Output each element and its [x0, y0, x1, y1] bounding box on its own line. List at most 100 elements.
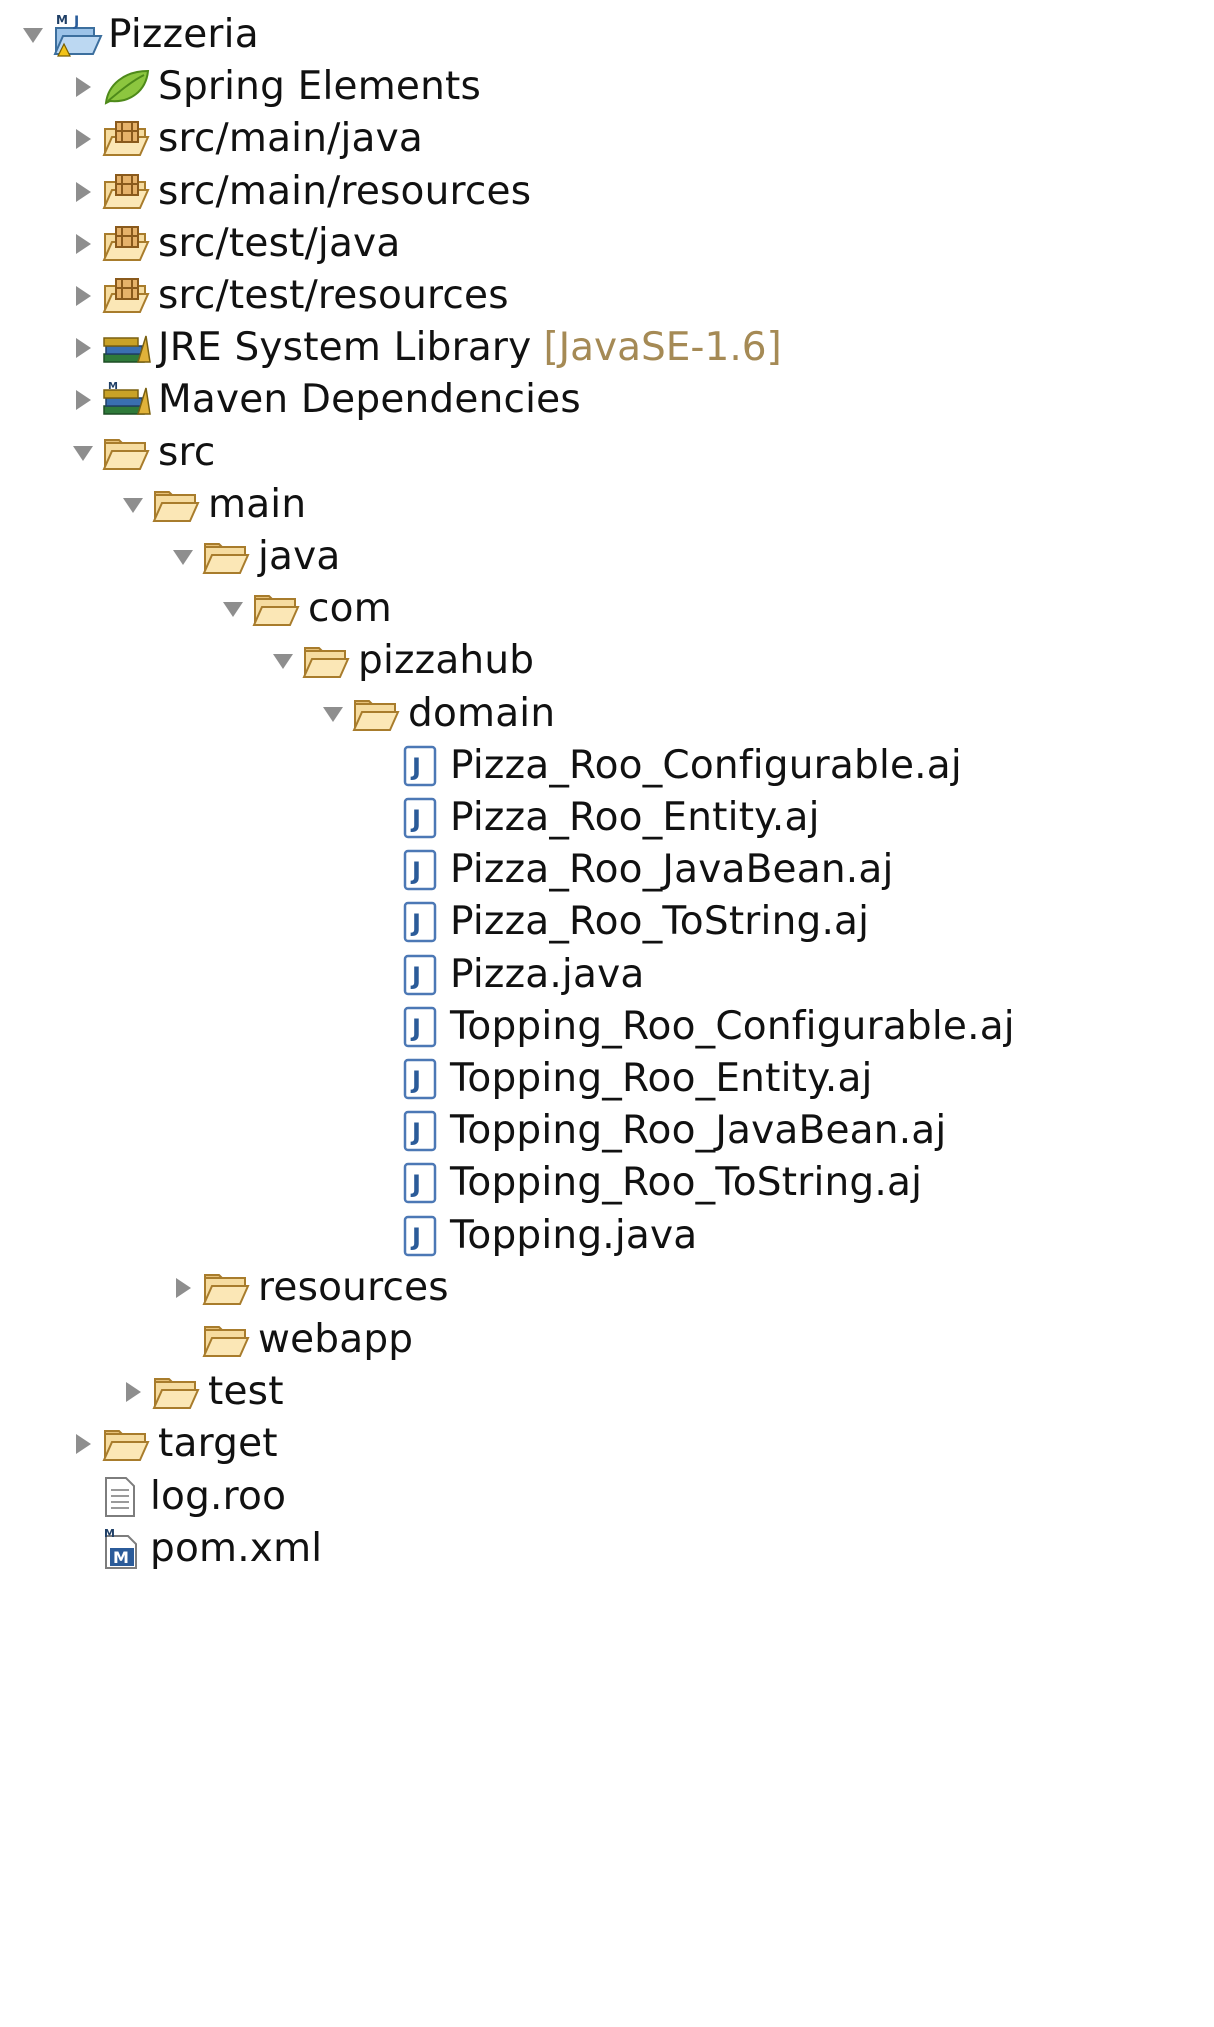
expanded-arrow-icon[interactable]: [318, 694, 348, 734]
open-folder-icon: [152, 482, 204, 528]
tree-item-label: test: [208, 1369, 284, 1415]
tree-item-label: src/main/java: [158, 116, 423, 162]
expanded-arrow-icon[interactable]: [268, 641, 298, 681]
collapsed-arrow-icon[interactable]: [118, 1372, 148, 1412]
expanded-arrow-icon[interactable]: [218, 589, 248, 629]
text-file-icon: [102, 1474, 146, 1520]
collapsed-arrow-icon[interactable]: [68, 119, 98, 159]
expanded-arrow-icon[interactable]: [118, 485, 148, 525]
source-folder-icon: [102, 169, 154, 215]
svg-text:M: M: [113, 1548, 129, 1567]
svg-text:J: J: [410, 1066, 421, 1094]
maven-library-icon: M: [102, 377, 154, 423]
open-folder-icon: [202, 1265, 254, 1311]
java-file-icon: J: [402, 1056, 446, 1102]
tree-item-label: Pizzeria: [108, 12, 259, 57]
tree-item-label: JRE System Library: [158, 325, 532, 371]
collapsed-arrow-icon[interactable]: [168, 1268, 198, 1308]
collapsed-arrow-icon[interactable]: [68, 224, 98, 264]
tree-item-label: java: [258, 534, 341, 579]
collapsed-arrow-icon[interactable]: [68, 1424, 98, 1464]
svg-text:M: M: [108, 381, 118, 392]
tree-item-label: src: [158, 429, 216, 475]
source-folder-icon: [102, 273, 154, 319]
tree-item-label: Pizza_Roo_JavaBean.aj: [450, 847, 894, 893]
source-folder-icon: [102, 221, 154, 267]
svg-text:M: M: [56, 13, 68, 27]
tree-item-label: src/test/java: [158, 220, 401, 266]
tree-item-label: Topping.java: [450, 1212, 698, 1258]
tree-item-label: Pizza_Roo_Configurable.aj: [450, 742, 962, 788]
java-file-icon: J: [402, 1004, 446, 1050]
tree-item-label: pom.xml: [150, 1525, 323, 1571]
svg-text:J: J: [410, 753, 421, 781]
tree-item-pom-xml[interactable]: M M pom.xml: [68, 1516, 322, 1582]
svg-text:J: J: [410, 1014, 421, 1042]
open-folder-icon: [252, 586, 304, 632]
java-file-icon: J: [402, 1213, 446, 1259]
library-icon: [102, 325, 154, 371]
project-explorer-tree: M J Pizzeria Spring Elements src/main/ja…: [0, 0, 1214, 2027]
open-folder-icon: [202, 1317, 254, 1363]
open-folder-icon: [102, 1421, 154, 1467]
tree-item-label: Topping_Roo_JavaBean.aj: [450, 1108, 947, 1154]
java-file-icon: J: [402, 795, 446, 841]
tree-item-label: Topping_Roo_Entity.aj: [450, 1056, 873, 1101]
tree-item-label: resources: [258, 1264, 449, 1310]
tree-item-label: com: [308, 586, 392, 632]
svg-text:M: M: [104, 1528, 115, 1540]
java-file-icon: J: [402, 952, 446, 998]
expanded-arrow-icon[interactable]: [18, 15, 48, 55]
svg-text:J: J: [410, 1223, 421, 1251]
tree-item-label: Pizza.java: [450, 951, 645, 997]
tree-item-label: Topping_Roo_ToString.aj: [450, 1160, 923, 1206]
spring-leaf-icon: [102, 64, 154, 110]
svg-text:J: J: [410, 962, 421, 990]
tree-item-label: log.roo: [150, 1473, 287, 1519]
tree-item-label: domain: [408, 690, 556, 736]
open-folder-icon: [352, 691, 404, 737]
svg-text:J: J: [410, 1170, 421, 1198]
java-file-icon: J: [402, 743, 446, 789]
tree-item-label: Spring Elements: [158, 64, 482, 110]
tree-item-label: webapp: [258, 1317, 414, 1362]
svg-text:J: J: [73, 14, 79, 30]
tree-item-label: Topping_Roo_Configurable.aj: [450, 1003, 1015, 1049]
tree-item-label: main: [208, 481, 307, 527]
svg-text:J: J: [410, 857, 421, 885]
java-file-icon: J: [402, 1108, 446, 1154]
tree-item-label: Pizza_Roo_Entity.aj: [450, 795, 820, 840]
java-file-icon: J: [402, 847, 446, 893]
svg-text:J: J: [410, 1118, 421, 1146]
jre-version-decoration: [JavaSE-1.6]: [543, 325, 782, 371]
expanded-arrow-icon[interactable]: [168, 537, 198, 577]
collapsed-arrow-icon[interactable]: [68, 172, 98, 212]
maven-pom-icon: M M: [102, 1526, 146, 1572]
source-folder-icon: [102, 116, 154, 162]
open-folder-icon: [152, 1369, 204, 1415]
maven-java-project-icon: M J: [52, 12, 104, 58]
java-file-icon: J: [402, 899, 446, 945]
collapsed-arrow-icon[interactable]: [68, 380, 98, 420]
collapsed-arrow-icon[interactable]: [68, 328, 98, 368]
expanded-arrow-icon[interactable]: [68, 433, 98, 473]
tree-item-label: pizzahub: [358, 638, 535, 684]
collapsed-arrow-icon[interactable]: [68, 276, 98, 316]
svg-text:J: J: [410, 805, 421, 833]
tree-item-label: src/test/resources: [158, 273, 509, 318]
collapsed-arrow-icon[interactable]: [68, 67, 98, 107]
svg-text:J: J: [410, 909, 421, 937]
open-folder-icon: [302, 638, 354, 684]
open-folder-icon: [102, 430, 154, 476]
tree-item-label: target: [158, 1421, 278, 1467]
tree-item-label: src/main/resources: [158, 168, 532, 214]
